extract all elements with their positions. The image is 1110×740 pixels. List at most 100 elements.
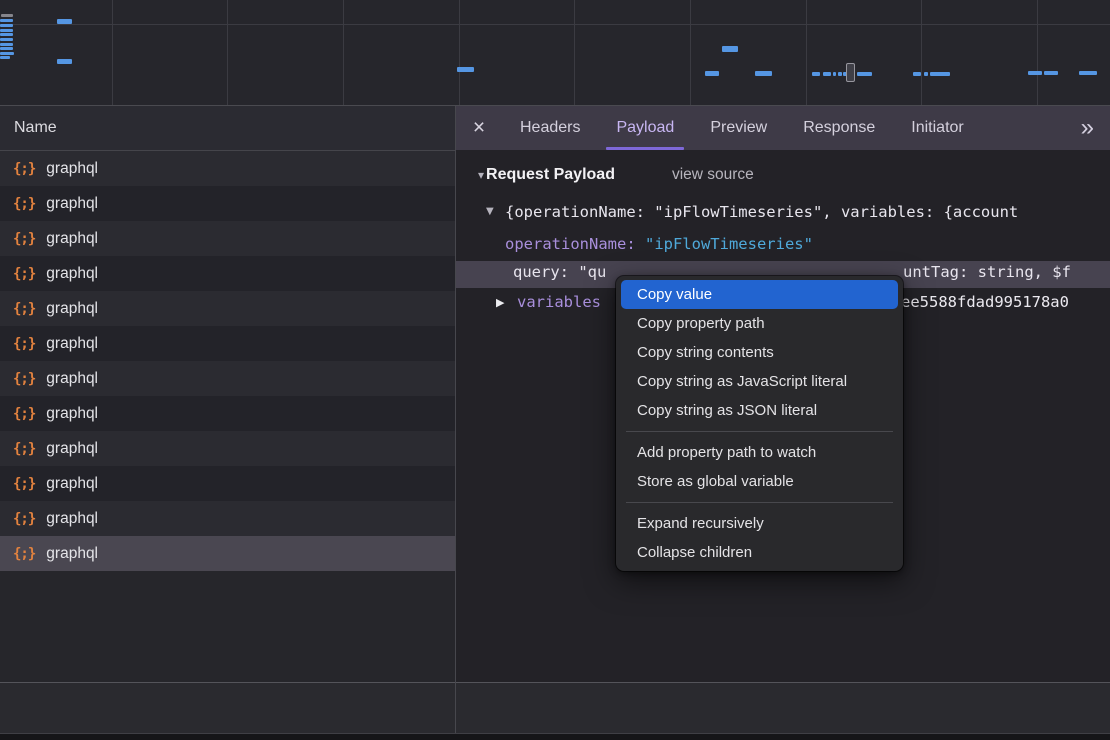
overview-request-bar [913, 72, 921, 76]
menu-item-add-property-path-to-watch[interactable]: Add property path to watch [621, 438, 898, 467]
overview-gridline [690, 0, 691, 105]
request-row[interactable]: {;}graphql [0, 326, 455, 361]
request-row[interactable]: {;}graphql [0, 536, 455, 571]
overview-request-bar [1044, 71, 1058, 75]
overview-request-bar [57, 19, 72, 24]
request-name: graphql [46, 440, 98, 458]
menu-item-copy-string-as-json-literal[interactable]: Copy string as JSON literal [621, 396, 898, 425]
overview-gridline [574, 0, 575, 105]
close-icon[interactable]: × [456, 106, 502, 150]
property-string-value: "ipFlowTimeseries" [645, 235, 813, 253]
name-column-label: Name [14, 119, 57, 137]
request-name: graphql [46, 510, 98, 528]
overview-request-bar [0, 47, 13, 50]
request-row[interactable]: {;}graphql [0, 151, 455, 186]
overview-request-bar [755, 71, 772, 76]
network-overview-timeline[interactable] [0, 0, 1110, 106]
overview-request-bar [1079, 71, 1097, 75]
query-row-left-fragment: query: "qu [513, 263, 606, 281]
overview-request-bar [57, 59, 72, 64]
window-bottom-edge [0, 733, 1110, 740]
summary-footer [0, 683, 1110, 733]
menu-item-copy-property-path[interactable]: Copy property path [621, 309, 898, 338]
request-name: graphql [46, 475, 98, 493]
overview-request-bar [1028, 71, 1042, 75]
json-script-icon: {;} [13, 161, 35, 177]
menu-item-collapse-children[interactable]: Collapse children [621, 538, 898, 567]
view-source-link[interactable]: view source [672, 166, 754, 184]
variables-key[interactable]: variables [517, 293, 601, 311]
json-script-icon: {;} [13, 546, 35, 562]
overview-request-bar [823, 72, 831, 76]
overview-request-bar [857, 72, 872, 76]
devtools-network-panel: Name {;}graphql{;}graphql{;}graphql{;}gr… [0, 0, 1110, 740]
tab-initiator[interactable]: Initiator [893, 106, 981, 150]
request-row[interactable]: {;} graphql [0, 466, 455, 501]
tab-headers[interactable]: Headers [502, 106, 598, 150]
overview-request-bar [812, 72, 820, 76]
variables-expand-icon[interactable]: ▶ [496, 296, 504, 309]
json-script-icon: {;} [13, 196, 35, 212]
menu-separator [626, 502, 893, 503]
overview-request-bar [0, 43, 13, 46]
request-row[interactable]: {;}graphql [0, 291, 455, 326]
tab-response[interactable]: Response [785, 106, 893, 150]
overview-gridline [459, 0, 460, 105]
overview-gridline [343, 0, 344, 105]
json-script-icon: {;} [13, 266, 35, 282]
variables-right-fragment: ee5588fdad995178a0 [901, 293, 1069, 311]
property-key: operationName: [505, 235, 645, 253]
overview-gridline [112, 0, 113, 105]
request-row[interactable]: {;} graphql [0, 501, 455, 536]
operation-name-row[interactable]: operationName: "ipFlowTimeseries" [505, 235, 813, 253]
request-row[interactable]: {;}graphql [0, 431, 455, 466]
request-row[interactable]: {;}graphql [0, 396, 455, 431]
request-list: {;} graphql {;} graphql {;} graphql {;} graphql… [0, 151, 455, 571]
object-expand-icon[interactable]: ▼ [486, 206, 494, 217]
json-script-icon: {;} [13, 476, 35, 492]
request-row[interactable]: {;} graphql [0, 186, 455, 221]
overview-bar-gray [1, 14, 13, 17]
overview-gridline [227, 0, 228, 105]
section-collapse-icon[interactable]: ▾ [478, 168, 484, 182]
tab-preview[interactable]: Preview [692, 106, 785, 150]
request-name: graphql [46, 195, 98, 213]
section-title: Request Payload [486, 166, 615, 184]
menu-separator [626, 431, 893, 432]
overview-gridline [921, 0, 922, 105]
overview-request-bar [833, 72, 836, 76]
menu-item-copy-value[interactable]: Copy value [621, 280, 898, 309]
request-row[interactable]: {;}graphql [0, 361, 455, 396]
overview-request-bar [0, 33, 13, 36]
overview-request-bar [0, 29, 13, 32]
request-name: graphql [46, 335, 98, 353]
overview-request-bar [705, 71, 719, 76]
overview-selection-tick [846, 63, 855, 82]
json-script-icon: {;} [13, 511, 35, 527]
panel-divider[interactable] [455, 106, 456, 740]
overview-row-divider [0, 24, 1110, 25]
request-name: graphql [46, 265, 98, 283]
overview-request-bar [924, 72, 928, 76]
menu-item-copy-string-contents[interactable]: Copy string contents [621, 338, 898, 367]
overview-request-bar [838, 72, 842, 76]
payload-object-preview[interactable]: {operationName: "ipFlowTimeseries", vari… [505, 203, 1018, 221]
menu-item-expand-recursively[interactable]: Expand recursively [621, 509, 898, 538]
overview-request-bar [0, 19, 13, 22]
overview-request-bar [0, 56, 10, 59]
query-row-right-fragment: untTag: string, $f [903, 263, 1071, 281]
request-row[interactable]: {;}graphql [0, 221, 455, 256]
menu-item-copy-string-as-javascript-literal[interactable]: Copy string as JavaScript literal [621, 367, 898, 396]
footer-divider [0, 682, 1110, 683]
tab-payload[interactable]: Payload [598, 106, 692, 150]
more-tabs-icon[interactable]: » [1065, 106, 1110, 150]
overview-request-bar [0, 52, 14, 55]
menu-item-store-as-global-variable[interactable]: Store as global variable [621, 467, 898, 496]
overview-gridline [806, 0, 807, 105]
json-script-icon: {;} [13, 406, 35, 422]
name-column-header[interactable]: Name [0, 106, 455, 151]
request-name: graphql [46, 300, 98, 318]
overview-request-bar [930, 72, 950, 76]
json-script-icon: {;} [13, 231, 35, 247]
request-row[interactable]: {;} graphql [0, 256, 455, 291]
